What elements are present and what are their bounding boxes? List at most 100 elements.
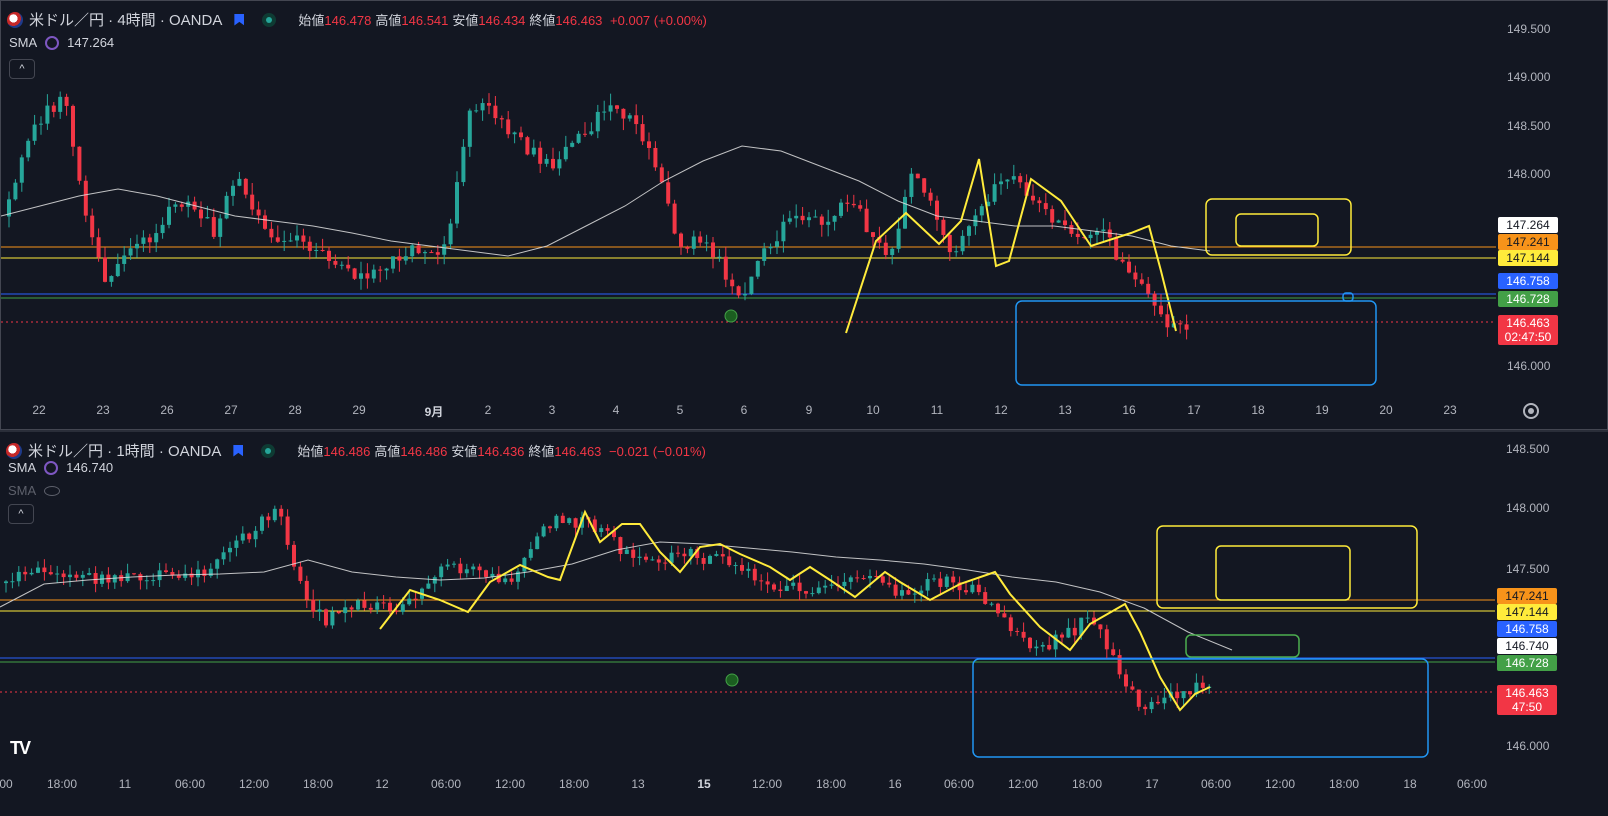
usd-jpy-flag-icon [6, 442, 22, 459]
market-status-icon[interactable] [262, 12, 277, 27]
candle-body [698, 236, 703, 243]
price-level-tag[interactable]: 146.740 [1497, 638, 1557, 654]
market-status-icon[interactable] [261, 443, 276, 458]
x-axis-tick: 22 [32, 403, 46, 417]
candle-body [1117, 655, 1122, 675]
candle-body [896, 228, 901, 249]
x-axis-tick: 18:00 [302, 777, 334, 791]
candle-body [787, 218, 792, 222]
candle-body [234, 540, 239, 548]
candle-body [1165, 314, 1170, 328]
candle-body [458, 563, 463, 574]
candle-body [752, 568, 757, 581]
candle-body [378, 269, 383, 271]
candle-body [541, 526, 546, 537]
x-axis-tick: 15 [697, 777, 711, 791]
candlestick-plot-4h[interactable] [1, 1, 1496, 401]
candle-body [615, 105, 619, 109]
symbol-title[interactable]: 米ドル／円 · 1時間 · OANDA [28, 440, 221, 461]
gear-icon[interactable] [1523, 403, 1539, 419]
ohlc-value: 146.541 [401, 13, 449, 28]
x-axis-tick: 23 [1443, 403, 1457, 417]
candle-body [727, 556, 732, 566]
collapse-legend-button[interactable]: ^ [9, 59, 35, 79]
price-level-tag[interactable]: 146.728 [1497, 655, 1557, 671]
candle-body [797, 582, 802, 592]
sma-indicator-row[interactable]: SMA 147.264 [9, 35, 114, 50]
candle-body [339, 264, 344, 266]
candle-body [1005, 179, 1010, 182]
candle-body [509, 578, 514, 582]
bookmark-icon[interactable] [234, 13, 245, 26]
candle-body [327, 250, 331, 261]
bookmark-icon[interactable] [233, 444, 244, 457]
price-level-tag[interactable]: 146.758 [1497, 621, 1557, 637]
price-level-tag[interactable]: 147.144 [1498, 250, 1558, 266]
sma-indicator-row[interactable]: SMA 146.740 [8, 460, 113, 475]
candle-body [269, 228, 274, 238]
candle-body [253, 530, 258, 540]
bar-countdown: 02:47:50 [1504, 330, 1552, 344]
candle-body [400, 604, 405, 612]
indicator-settings-icon[interactable] [44, 460, 59, 475]
candle-body [445, 564, 450, 567]
candle-body [781, 221, 786, 242]
candle-body [176, 575, 181, 578]
price-level-tag[interactable]: 147.241 [1498, 234, 1558, 250]
candle-body [16, 571, 21, 582]
candle-body [829, 584, 834, 586]
symbol-title[interactable]: 米ドル／円 · 4時間 · OANDA [29, 9, 222, 30]
candle-body [484, 570, 488, 577]
candle-body [96, 237, 101, 258]
ohlc-values: 始値146.486 高値146.486 安値146.436 終値146.463 −0.… [293, 441, 706, 460]
y-axis-tick: 148.500 [1506, 442, 1550, 456]
candle-body [922, 178, 927, 193]
sma-hidden-indicator-row[interactable]: SMA [8, 483, 61, 498]
x-axis-tick: 20 [1379, 403, 1393, 417]
candle-body [583, 133, 587, 135]
candle-body [1050, 209, 1055, 223]
indicator-settings-icon[interactable] [45, 35, 60, 50]
candle-body [183, 573, 188, 578]
ohlc-value: 146.436 [477, 444, 525, 459]
candle-body [83, 180, 88, 216]
candle-body [311, 599, 316, 612]
chart-pane-4h[interactable]: 米ドル／円 · 4時間 · OANDA 始値146.478 高値146.541 安値… [0, 0, 1608, 430]
candle-body [23, 571, 28, 575]
candle-body [499, 118, 504, 120]
last-price-tag[interactable]: 146.463 47:50 [1497, 685, 1557, 715]
candle-body [26, 140, 31, 158]
ohlc-values: 始値146.478 高値146.541 安値146.434 終値146.463 +0.… [294, 10, 707, 29]
candlestick-plot-1h[interactable] [0, 432, 1495, 772]
x-axis-tick: 28 [288, 403, 302, 417]
candle-body [487, 103, 491, 106]
candle-body [314, 249, 319, 251]
price-level-tag[interactable]: 146.728 [1498, 291, 1558, 307]
ohlc-key: 安値 [451, 444, 478, 459]
candle-body [679, 233, 683, 248]
price-level-tag[interactable]: 147.264 [1498, 217, 1558, 233]
candle-body [429, 252, 434, 254]
x-axis-tick: 19 [1315, 403, 1329, 417]
ohlc-value: 146.434 [478, 13, 526, 28]
last-price: 146.463 [1506, 316, 1550, 330]
candle-body [772, 584, 776, 590]
candle-body [935, 200, 939, 220]
ohlc-value: 146.486 [400, 444, 448, 459]
collapse-legend-button[interactable]: ^ [8, 504, 34, 524]
price-level-tag[interactable]: 147.241 [1497, 588, 1557, 604]
x-axis-tick: 18 [1403, 777, 1417, 791]
price-level-tag[interactable]: 146.758 [1498, 273, 1558, 289]
x-axis-tick: 18:00 [558, 777, 590, 791]
price-level-tag[interactable]: 147.144 [1497, 604, 1557, 620]
candle-body [474, 110, 479, 112]
candle-body [688, 548, 693, 557]
candle-body [384, 268, 389, 271]
candle-body [701, 557, 706, 564]
candle-body [813, 216, 818, 218]
hidden-eye-icon[interactable] [44, 485, 61, 496]
chart-pane-1h[interactable]: 米ドル／円 · 1時間 · OANDA 始値146.486 高値146.486 安値… [0, 432, 1608, 816]
candle-body [263, 215, 267, 229]
candle-body [320, 249, 325, 251]
last-price-tag[interactable]: 146.463 02:47:50 [1498, 315, 1558, 345]
